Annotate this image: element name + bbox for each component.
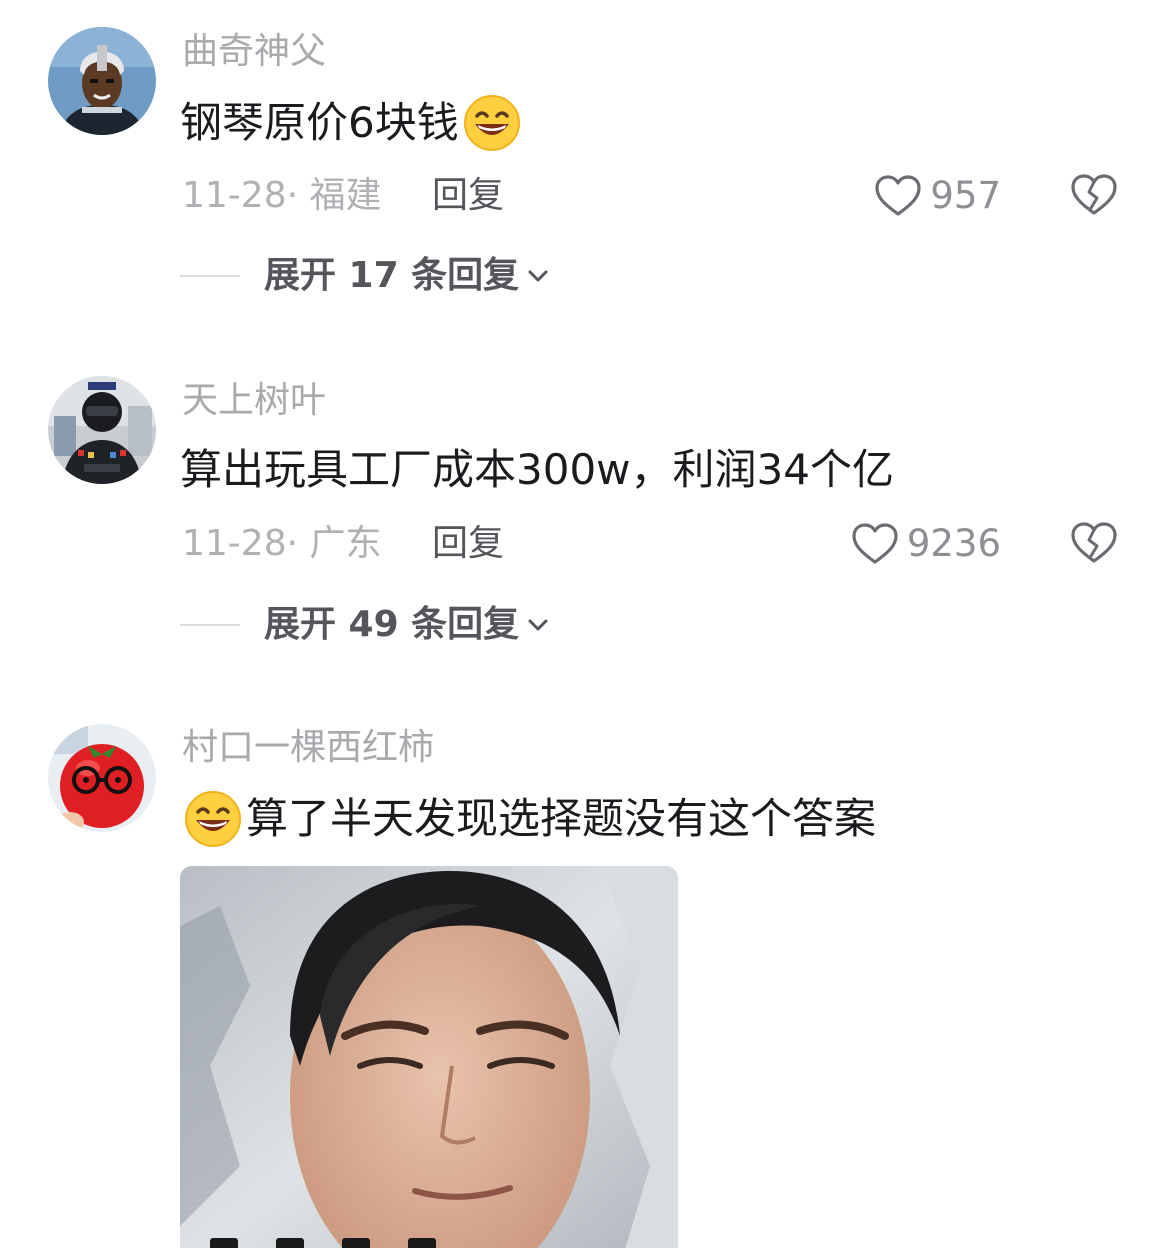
meme-face-photo-icon	[180, 866, 678, 1248]
comment-item: 村口一棵西红柿 算了半天发现选择题没有这个答案	[0, 0, 1169, 1248]
comment-list: 曲奇神父 钢琴原价6块钱 11-28· 福建 回复 957 展开 17 条回复 …	[0, 0, 1169, 1248]
avatar-tomato-with-glasses-icon	[48, 724, 156, 832]
comment-image[interactable]	[180, 866, 678, 1248]
comment-text-body: 算了半天发现选择题没有这个答案	[246, 794, 877, 843]
avatar[interactable]	[48, 724, 156, 832]
grinning-emoji-icon	[184, 790, 242, 848]
comment-text: 算了半天发现选择题没有这个答案	[180, 790, 876, 848]
username[interactable]: 村口一棵西红柿	[182, 726, 434, 770]
